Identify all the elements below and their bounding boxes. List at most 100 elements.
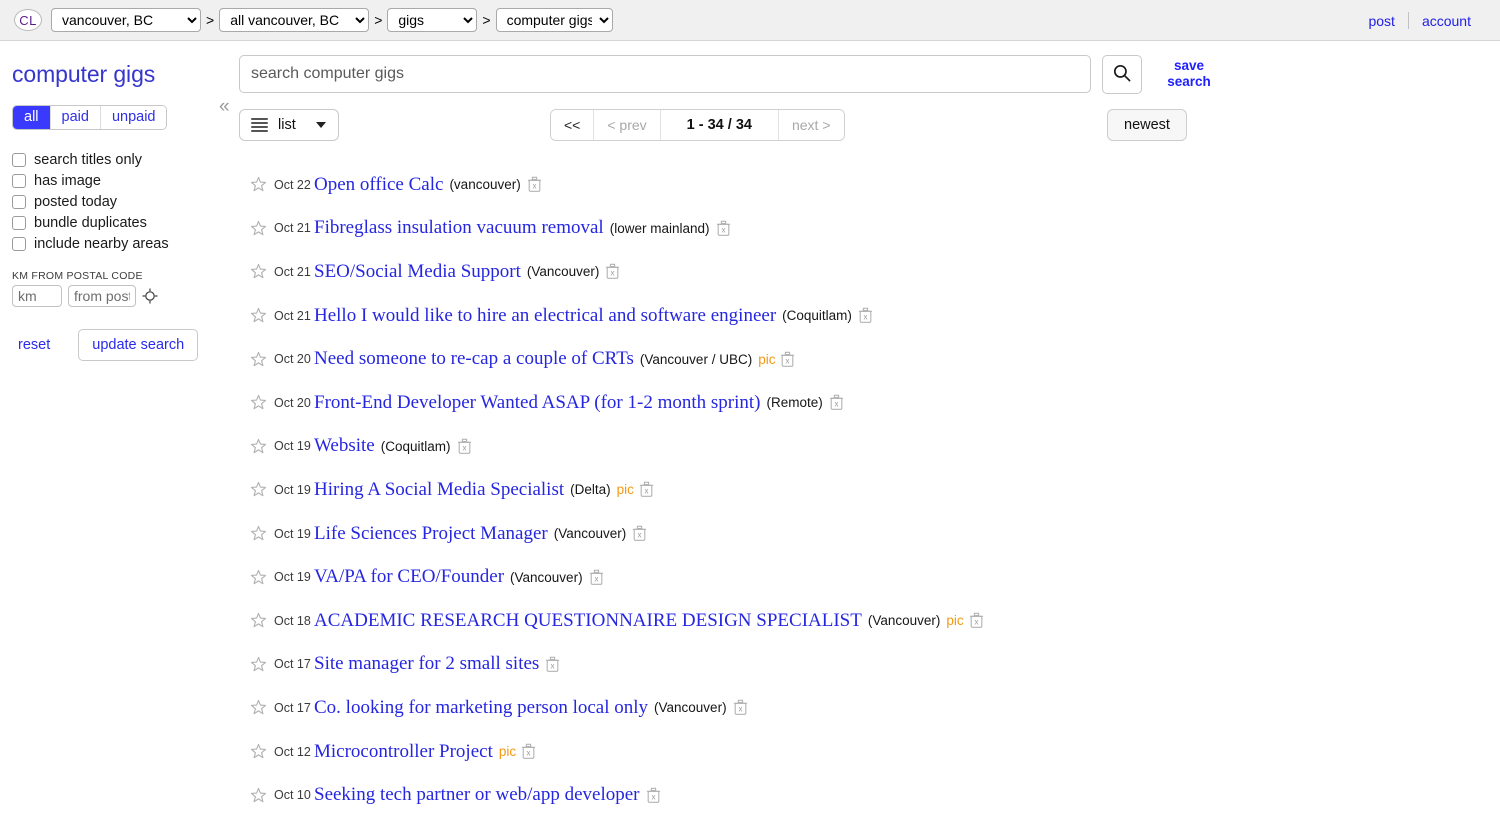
filter-bundle-duplicates[interactable]: bundle duplicates <box>12 213 214 233</box>
search-button[interactable] <box>1102 55 1142 94</box>
trash-hide-icon[interactable]: x <box>521 743 536 760</box>
postal-code-input[interactable] <box>68 285 136 307</box>
result-title-link[interactable]: Co. looking for marketing person local o… <box>314 697 648 719</box>
result-title-link[interactable]: Open office Calc <box>314 174 443 196</box>
trash-hide-icon[interactable]: x <box>589 569 604 586</box>
pagination-next-button[interactable]: next > <box>778 109 844 140</box>
filter-has-image[interactable]: has image <box>12 171 214 191</box>
result-title-link[interactable]: SEO/Social Media Support <box>314 261 521 283</box>
reset-filters-link[interactable]: reset <box>18 337 50 353</box>
trash-hide-icon[interactable]: x <box>969 612 984 629</box>
star-icon[interactable] <box>250 263 267 280</box>
result-title-link[interactable]: Hello I would like to hire an electrical… <box>314 305 776 327</box>
result-row[interactable]: Oct 21 Fibreglass insulation vacuum remov… <box>250 207 1500 251</box>
result-row[interactable]: Oct 19 Life Sciences Project Manager (Vanc… <box>250 512 1500 556</box>
result-row[interactable]: Oct 19 Website (Coquitlam) x <box>250 425 1500 469</box>
breadcrumb-category-select[interactable]: gigs <box>387 8 478 32</box>
star-icon[interactable] <box>250 525 267 542</box>
star-icon[interactable] <box>250 481 267 498</box>
star-icon[interactable] <box>250 351 267 368</box>
breadcrumb-area-select[interactable]: vancouver, BC <box>51 8 201 32</box>
filter-search-titles-only[interactable]: search titles only <box>12 150 214 170</box>
cl-circle-logo[interactable]: CL <box>14 9 42 31</box>
trash-hide-icon[interactable]: x <box>780 351 795 368</box>
result-title-link[interactable]: Hiring A Social Media Specialist <box>314 479 564 501</box>
checkbox-icon[interactable] <box>12 195 26 209</box>
filter-posted-today[interactable]: posted today <box>12 192 214 212</box>
checkbox-icon[interactable] <box>12 216 26 230</box>
result-pic-tag[interactable]: pic <box>499 744 516 759</box>
result-row[interactable]: Oct 17 Co. looking for marketing person l… <box>250 686 1500 730</box>
star-icon[interactable] <box>250 220 267 237</box>
pagination: << < prev 1 - 34 / 34 next > <box>550 108 845 141</box>
star-icon[interactable] <box>250 787 267 804</box>
result-title-link[interactable]: Front-End Developer Wanted ASAP (for 1-2… <box>314 392 761 414</box>
update-search-button[interactable]: update search <box>78 329 199 361</box>
crosshair-icon[interactable] <box>142 288 158 304</box>
result-row[interactable]: Oct 18 ACADEMIC RESEARCH QUESTIONNAIRE DE… <box>250 599 1500 643</box>
result-title-link[interactable]: Life Sciences Project Manager <box>314 523 548 545</box>
star-icon[interactable] <box>250 176 267 193</box>
sort-button[interactable]: newest <box>1107 108 1187 141</box>
star-icon[interactable] <box>250 612 267 629</box>
pagination-first-button[interactable]: << <box>551 109 595 140</box>
filter-checkbox-list: search titles only has image posted toda… <box>12 150 214 254</box>
breadcrumb-subarea-select[interactable]: all vancouver, BC <box>219 8 370 32</box>
star-icon[interactable] <box>250 569 267 586</box>
trash-hide-icon[interactable]: x <box>527 176 542 193</box>
star-icon[interactable] <box>250 438 267 455</box>
result-title-link[interactable]: Seeking tech partner or web/app develope… <box>314 784 640 806</box>
result-pic-tag[interactable]: pic <box>617 482 634 497</box>
breadcrumb-separator: > <box>374 12 383 28</box>
checkbox-icon[interactable] <box>12 174 26 188</box>
star-icon[interactable] <box>250 656 267 673</box>
filter-include-nearby-areas[interactable]: include nearby areas <box>12 234 214 254</box>
trash-hide-icon[interactable]: x <box>716 220 731 237</box>
result-pic-tag[interactable]: pic <box>758 352 775 367</box>
star-icon[interactable] <box>250 394 267 411</box>
result-row[interactable]: Oct 20 Front-End Developer Wanted ASAP (f… <box>250 381 1500 425</box>
trash-hide-icon[interactable]: x <box>545 656 560 673</box>
result-title-link[interactable]: Site manager for 2 small sites <box>314 653 539 675</box>
trash-hide-icon[interactable]: x <box>639 481 654 498</box>
result-row[interactable]: Oct 12 Microcontroller Project pic x <box>250 730 1500 774</box>
result-title-link[interactable]: Need someone to re-cap a couple of CRTs <box>314 348 634 370</box>
result-title-link[interactable]: Fibreglass insulation vacuum removal <box>314 217 604 239</box>
result-title-link[interactable]: ACADEMIC RESEARCH QUESTIONNAIRE DESIGN S… <box>314 610 862 632</box>
star-icon[interactable] <box>250 307 267 324</box>
distance-km-input[interactable] <box>12 285 62 307</box>
checkbox-icon[interactable] <box>12 153 26 167</box>
result-pic-tag[interactable]: pic <box>946 613 963 628</box>
star-icon[interactable] <box>250 699 267 716</box>
checkbox-icon[interactable] <box>12 237 26 251</box>
result-row[interactable]: Oct 19 VA/PA for CEO/Founder (Vancouver) x <box>250 555 1500 599</box>
result-row[interactable]: Oct 17 Site manager for 2 small sites x <box>250 643 1500 687</box>
trash-hide-icon[interactable]: x <box>457 438 472 455</box>
trash-hide-icon[interactable]: x <box>829 394 844 411</box>
trash-hide-icon[interactable]: x <box>858 307 873 324</box>
result-row[interactable]: Oct 21 SEO/Social Media Support (Vancouver… <box>250 250 1500 294</box>
pay-filter-unpaid[interactable]: unpaid <box>100 106 167 129</box>
pay-filter-all[interactable]: all <box>13 106 51 129</box>
result-row[interactable]: Oct 19 Hiring A Social Media Specialist (D… <box>250 468 1500 512</box>
breadcrumb-subcategory-select[interactable]: computer gigs <box>495 8 613 32</box>
save-search-link[interactable]: save search <box>1161 58 1217 90</box>
result-title-link[interactable]: VA/PA for CEO/Founder <box>314 566 504 588</box>
search-input[interactable] <box>239 55 1091 93</box>
trash-hide-icon[interactable]: x <box>605 263 620 280</box>
post-link[interactable]: post <box>1355 13 1407 29</box>
result-title-link[interactable]: Microcontroller Project <box>314 741 493 763</box>
trash-hide-icon[interactable]: x <box>632 525 647 542</box>
account-link[interactable]: account <box>1409 13 1484 29</box>
trash-hide-icon[interactable]: x <box>733 699 748 716</box>
pagination-prev-button[interactable]: < prev <box>594 109 661 140</box>
star-icon[interactable] <box>250 743 267 760</box>
pay-filter-paid[interactable]: paid <box>50 106 101 129</box>
trash-hide-icon[interactable]: x <box>646 787 661 804</box>
result-title-link[interactable]: Website <box>314 435 375 457</box>
result-row[interactable]: Oct 10 Seeking tech partner or web/app de… <box>250 773 1500 817</box>
result-row[interactable]: Oct 20 Need someone to re-cap a couple of… <box>250 337 1500 381</box>
result-row[interactable]: Oct 21 Hello I would like to hire an elec… <box>250 294 1500 338</box>
result-row[interactable]: Oct 22 Open office Calc (vancouver) x <box>250 163 1500 207</box>
view-mode-selector[interactable]: list <box>239 108 339 141</box>
